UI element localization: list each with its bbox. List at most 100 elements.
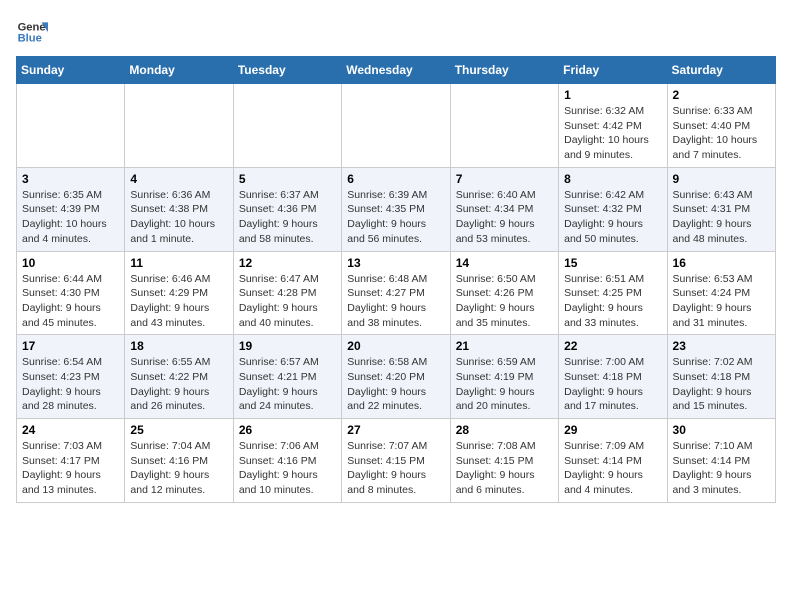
day-number: 14 — [456, 256, 553, 270]
weekday-header-thursday: Thursday — [450, 57, 558, 84]
svg-text:Blue: Blue — [18, 33, 42, 45]
day-info: Sunrise: 6:36 AM Sunset: 4:38 PM Dayligh… — [130, 188, 227, 247]
day-info: Sunrise: 6:37 AM Sunset: 4:36 PM Dayligh… — [239, 188, 336, 247]
day-number: 23 — [673, 339, 770, 353]
logo: General Blue — [16, 16, 48, 48]
day-info: Sunrise: 7:08 AM Sunset: 4:15 PM Dayligh… — [456, 439, 553, 498]
day-info: Sunrise: 6:46 AM Sunset: 4:29 PM Dayligh… — [130, 272, 227, 331]
calendar-cell: 28 Sunrise: 7:08 AM Sunset: 4:15 PM Dayli… — [450, 419, 558, 503]
calendar-cell: 13 Sunrise: 6:48 AM Sunset: 4:27 PM Dayli… — [342, 251, 450, 335]
calendar-cell: 20Sunrise: 6:58 AM Sunset: 4:20 PM Dayli… — [342, 335, 450, 419]
day-info: Sunrise: 7:06 AM Sunset: 4:16 PM Dayligh… — [239, 439, 336, 498]
day-info: Sunrise: 6:50 AM Sunset: 4:26 PM Dayligh… — [456, 272, 553, 331]
calendar-cell — [125, 84, 233, 168]
day-number: 8 — [564, 172, 661, 186]
day-number: 13 — [347, 256, 444, 270]
day-info: Sunrise: 7:04 AM Sunset: 4:16 PM Dayligh… — [130, 439, 227, 498]
day-info: Sunrise: 7:10 AM Sunset: 4:14 PM Dayligh… — [673, 439, 770, 498]
calendar-cell: 18Sunrise: 6:55 AM Sunset: 4:22 PM Dayli… — [125, 335, 233, 419]
day-info: Sunrise: 6:43 AM Sunset: 4:31 PM Dayligh… — [673, 188, 770, 247]
day-info: Sunrise: 7:03 AM Sunset: 4:17 PM Dayligh… — [22, 439, 119, 498]
calendar-cell: 1 Sunrise: 6:32 AM Sunset: 4:42 PM Daylig… — [559, 84, 667, 168]
calendar-cell: 22 Sunrise: 7:00 AM Sunset: 4:18 PM Dayli… — [559, 335, 667, 419]
logo-icon: General Blue — [16, 16, 48, 48]
calendar-cell: 14 Sunrise: 6:50 AM Sunset: 4:26 PM Dayli… — [450, 251, 558, 335]
day-info: Sunrise: 7:02 AM Sunset: 4:18 PM Dayligh… — [673, 355, 770, 414]
day-number: 10 — [22, 256, 119, 270]
day-number: 7 — [456, 172, 553, 186]
calendar-cell: 2 Sunrise: 6:33 AM Sunset: 4:40 PM Daylig… — [667, 84, 775, 168]
day-info: Sunrise: 6:48 AM Sunset: 4:27 PM Dayligh… — [347, 272, 444, 331]
day-info: Sunrise: 6:44 AM Sunset: 4:30 PM Dayligh… — [22, 272, 119, 331]
weekday-header-friday: Friday — [559, 57, 667, 84]
calendar-week-2: 3 Sunrise: 6:35 AM Sunset: 4:39 PM Daylig… — [17, 167, 776, 251]
day-info: Sunrise: 6:35 AM Sunset: 4:39 PM Dayligh… — [22, 188, 119, 247]
day-number: 28 — [456, 423, 553, 437]
calendar-cell — [17, 84, 125, 168]
day-number: 6 — [347, 172, 444, 186]
day-number: 18 — [130, 339, 227, 353]
weekday-header-row: SundayMondayTuesdayWednesdayThursdayFrid… — [17, 57, 776, 84]
day-number: 30 — [673, 423, 770, 437]
calendar-cell — [342, 84, 450, 168]
calendar-cell — [233, 84, 341, 168]
day-number: 9 — [673, 172, 770, 186]
day-number: 26 — [239, 423, 336, 437]
calendar-week-4: 17Sunrise: 6:54 AM Sunset: 4:23 PM Dayli… — [17, 335, 776, 419]
day-number: 16 — [673, 256, 770, 270]
day-info: Sunrise: 6:57 AM Sunset: 4:21 PM Dayligh… — [239, 355, 336, 414]
day-info: Sunrise: 6:42 AM Sunset: 4:32 PM Dayligh… — [564, 188, 661, 247]
day-info: Sunrise: 6:32 AM Sunset: 4:42 PM Dayligh… — [564, 104, 661, 163]
day-info: Sunrise: 7:07 AM Sunset: 4:15 PM Dayligh… — [347, 439, 444, 498]
calendar-cell: 15 Sunrise: 6:51 AM Sunset: 4:25 PM Dayli… — [559, 251, 667, 335]
day-info: Sunrise: 6:58 AM Sunset: 4:20 PM Dayligh… — [347, 355, 444, 414]
calendar-cell: 27 Sunrise: 7:07 AM Sunset: 4:15 PM Dayli… — [342, 419, 450, 503]
calendar-cell: 6 Sunrise: 6:39 AM Sunset: 4:35 PM Daylig… — [342, 167, 450, 251]
calendar-cell: 10 Sunrise: 6:44 AM Sunset: 4:30 PM Dayli… — [17, 251, 125, 335]
day-number: 22 — [564, 339, 661, 353]
day-number: 1 — [564, 88, 661, 102]
calendar-cell: 16Sunrise: 6:53 AM Sunset: 4:24 PM Dayli… — [667, 251, 775, 335]
weekday-header-monday: Monday — [125, 57, 233, 84]
calendar: SundayMondayTuesdayWednesdayThursdayFrid… — [16, 56, 776, 503]
day-number: 19 — [239, 339, 336, 353]
calendar-cell: 21 Sunrise: 6:59 AM Sunset: 4:19 PM Dayli… — [450, 335, 558, 419]
day-info: Sunrise: 6:39 AM Sunset: 4:35 PM Dayligh… — [347, 188, 444, 247]
weekday-header-saturday: Saturday — [667, 57, 775, 84]
calendar-week-1: 1 Sunrise: 6:32 AM Sunset: 4:42 PM Daylig… — [17, 84, 776, 168]
calendar-week-5: 24 Sunrise: 7:03 AM Sunset: 4:17 PM Dayli… — [17, 419, 776, 503]
calendar-cell: 11 Sunrise: 6:46 AM Sunset: 4:29 PM Dayli… — [125, 251, 233, 335]
day-number: 3 — [22, 172, 119, 186]
day-number: 21 — [456, 339, 553, 353]
calendar-cell: 8 Sunrise: 6:42 AM Sunset: 4:32 PM Daylig… — [559, 167, 667, 251]
day-info: Sunrise: 6:51 AM Sunset: 4:25 PM Dayligh… — [564, 272, 661, 331]
day-number: 5 — [239, 172, 336, 186]
day-info: Sunrise: 6:59 AM Sunset: 4:19 PM Dayligh… — [456, 355, 553, 414]
day-number: 15 — [564, 256, 661, 270]
calendar-cell: 3 Sunrise: 6:35 AM Sunset: 4:39 PM Daylig… — [17, 167, 125, 251]
weekday-header-tuesday: Tuesday — [233, 57, 341, 84]
day-info: Sunrise: 6:54 AM Sunset: 4:23 PM Dayligh… — [22, 355, 119, 414]
calendar-cell: 29 Sunrise: 7:09 AM Sunset: 4:14 PM Dayli… — [559, 419, 667, 503]
day-number: 27 — [347, 423, 444, 437]
calendar-cell: 24 Sunrise: 7:03 AM Sunset: 4:17 PM Dayli… — [17, 419, 125, 503]
day-number: 24 — [22, 423, 119, 437]
day-info: Sunrise: 7:00 AM Sunset: 4:18 PM Dayligh… — [564, 355, 661, 414]
day-number: 11 — [130, 256, 227, 270]
day-info: Sunrise: 6:47 AM Sunset: 4:28 PM Dayligh… — [239, 272, 336, 331]
calendar-cell: 9 Sunrise: 6:43 AM Sunset: 4:31 PM Daylig… — [667, 167, 775, 251]
day-info: Sunrise: 7:09 AM Sunset: 4:14 PM Dayligh… — [564, 439, 661, 498]
weekday-header-wednesday: Wednesday — [342, 57, 450, 84]
day-number: 4 — [130, 172, 227, 186]
day-info: Sunrise: 6:33 AM Sunset: 4:40 PM Dayligh… — [673, 104, 770, 163]
calendar-cell: 23 Sunrise: 7:02 AM Sunset: 4:18 PM Dayli… — [667, 335, 775, 419]
calendar-cell: 4 Sunrise: 6:36 AM Sunset: 4:38 PM Daylig… — [125, 167, 233, 251]
calendar-cell: 30 Sunrise: 7:10 AM Sunset: 4:14 PM Dayli… — [667, 419, 775, 503]
day-number: 2 — [673, 88, 770, 102]
day-number: 29 — [564, 423, 661, 437]
calendar-cell: 19 Sunrise: 6:57 AM Sunset: 4:21 PM Dayli… — [233, 335, 341, 419]
calendar-cell: 7 Sunrise: 6:40 AM Sunset: 4:34 PM Daylig… — [450, 167, 558, 251]
header: General Blue — [16, 16, 776, 48]
weekday-header-sunday: Sunday — [17, 57, 125, 84]
day-info: Sunrise: 6:40 AM Sunset: 4:34 PM Dayligh… — [456, 188, 553, 247]
